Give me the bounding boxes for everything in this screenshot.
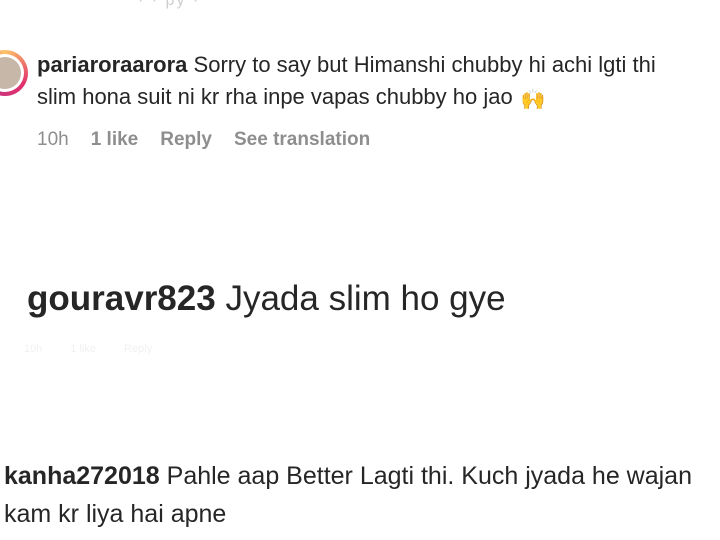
comment-body: Sorry to say but Himanshi chubby hi achi… [193, 52, 656, 77]
comment-item: pariaroraarora Sorry to say but Himanshi… [0, 44, 720, 164]
faded-comment-meta-row: 10h 1 like Reply [24, 343, 152, 355]
faded-like-count: 1 like [70, 343, 97, 355]
comment-meta-row: 10h 1 like Reply See translation [37, 128, 370, 152]
comment-text-line: kanha272018 Pahle aap Better Lagti thi. … [4, 457, 720, 495]
comment-username[interactable]: gouravr823 [27, 279, 216, 318]
avatar[interactable] [0, 50, 28, 96]
comment-like-count[interactable]: 1 like [91, 129, 139, 151]
avatar-image [0, 57, 21, 89]
comment-username[interactable]: kanha272018 [4, 462, 160, 490]
comment-body: Pahle aap Better Lagti thi. Kuch jyada h… [166, 462, 692, 490]
comment-username[interactable]: pariaroraarora [37, 52, 187, 77]
avatar-ring [0, 54, 24, 92]
raising-hands-icon: 🙌 [520, 87, 546, 111]
comment-text-line: pariaroraarora Sorry to say but Himanshi… [37, 49, 720, 81]
comment-item: gouravr823 Jyada slim ho gye [27, 276, 506, 322]
comment-text-line-2: slim hona suit ni kr rha inpe vapas chub… [37, 81, 546, 115]
see-translation-button[interactable]: See translation [234, 129, 370, 151]
cropped-previous-comment-text: · · py · [138, 0, 201, 9]
comment-body-continued: kam kr liya hai apne [4, 500, 227, 528]
comment-timestamp: 10h [37, 129, 69, 150]
faded-reply-button: Reply [124, 343, 153, 355]
comment-item: kanha272018 Pahle aap Better Lagti thi. … [4, 457, 720, 533]
reply-button[interactable]: Reply [160, 129, 212, 151]
comment-text-line-2: kam kr liya hai apne [4, 495, 720, 533]
comment-body: Jyada slim ho gye [225, 279, 506, 318]
faded-timestamp: 10h [24, 343, 43, 355]
comment-body-continued: slim hona suit ni kr rha inpe vapas chub… [37, 84, 513, 109]
